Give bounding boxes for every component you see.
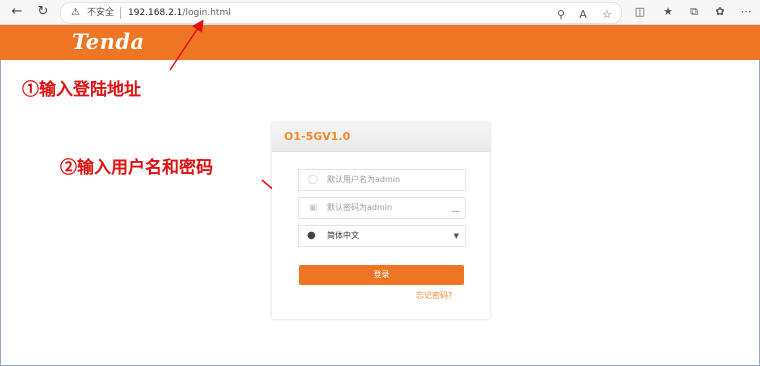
lock-icon: ▣ (308, 203, 318, 213)
user-icon: ◯ (307, 175, 319, 185)
password-field[interactable]: ▣ 默认密码为admin ‿ (298, 197, 466, 219)
username-placeholder: 默认用户名为admin (327, 175, 401, 184)
password-placeholder: 默认密码为admin (327, 203, 393, 212)
login-button[interactable]: 登录 (299, 265, 464, 285)
login-card: O1-5GV1.0 ◯ 默认用户名为admin ▣ 默认密码为admin ‿ ●… (272, 123, 490, 319)
language-select[interactable]: ● 简体中文 ▼ (298, 225, 466, 247)
login-card-header: O1-5GV1.0 (272, 123, 490, 152)
eye-icon[interactable]: ‿ (452, 201, 459, 215)
language-value: 简体中文 (327, 231, 359, 240)
username-field[interactable]: ◯ 默认用户名为admin (298, 169, 466, 191)
location-pin-icon: ● (307, 230, 316, 241)
model-name: O1-5GV1.0 (284, 130, 351, 143)
chevron-down-icon[interactable]: ▼ (454, 229, 459, 243)
forgot-password-link[interactable]: 忘记密码? (416, 290, 452, 302)
arrow-to-address (169, 19, 204, 71)
